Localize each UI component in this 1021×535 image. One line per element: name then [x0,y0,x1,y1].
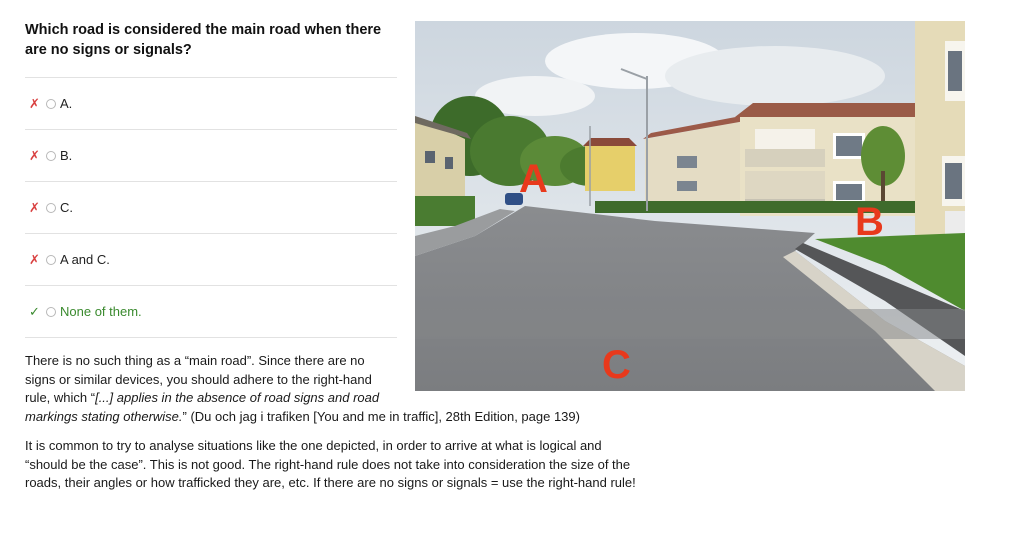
explanation-line: markings stating otherwise.” (Du och jag… [25,408,635,427]
option-label: None of them. [60,304,142,319]
answer-option-c[interactable]: ✗ C. [25,182,397,234]
question-text: Which road is considered the main road w… [25,22,382,58]
wrong-mark-icon: ✗ [29,199,40,215]
answer-option-a-and-c[interactable]: ✗ A and C. [25,234,397,286]
option-label: A and C. [60,252,110,267]
explanation-line: There is no such thing as a “main road”.… [25,353,365,368]
citation-text: ” (Du och jag i trafiken [You and me in … [182,408,580,424]
wrong-mark-icon: ✗ [29,251,40,267]
explanation-line: signs or similar devices, you should adh… [25,371,372,387]
quote-text: [...] applies in the absence of road sig… [95,390,380,405]
answer-option-b[interactable]: ✗ B. [25,130,397,182]
explanation-paragraph-1: There is no such thing as a “main road”.… [25,352,635,426]
radio-button[interactable] [46,202,56,213]
photo-label-a: A [519,157,548,201]
radio-button[interactable] [46,98,56,109]
radio-button[interactable] [46,306,56,317]
answer-options: ✗ A. ✗ B. ✗ C. ✗ A and C. ✓ None of them… [25,77,397,338]
option-label: B. [60,148,73,163]
photo-label-b: B [855,200,884,244]
wrong-mark-icon: ✗ [29,95,40,111]
answer-option-a[interactable]: ✗ A. [25,78,397,130]
intersection-photo-illustration: A B C [415,21,965,391]
option-label: A. [60,96,73,111]
wrong-mark-icon: ✗ [29,147,40,163]
answer-option-none[interactable]: ✓ None of them. [25,286,397,338]
radio-button[interactable] [46,254,56,265]
intersection-photo: A B C [415,21,965,391]
radio-button[interactable] [46,150,56,161]
quote-text: markings stating otherwise. [25,408,183,424]
check-mark-icon: ✓ [29,303,40,319]
explanation-text: rule, which “ [25,390,96,405]
option-label: C. [60,200,73,215]
explanation-line: rule, which “[...] applies in the absenc… [25,389,635,408]
explanation: There is no such thing as a “main road”.… [25,352,640,493]
explanation-paragraph-2: It is common to try to analyse situation… [25,438,636,490]
